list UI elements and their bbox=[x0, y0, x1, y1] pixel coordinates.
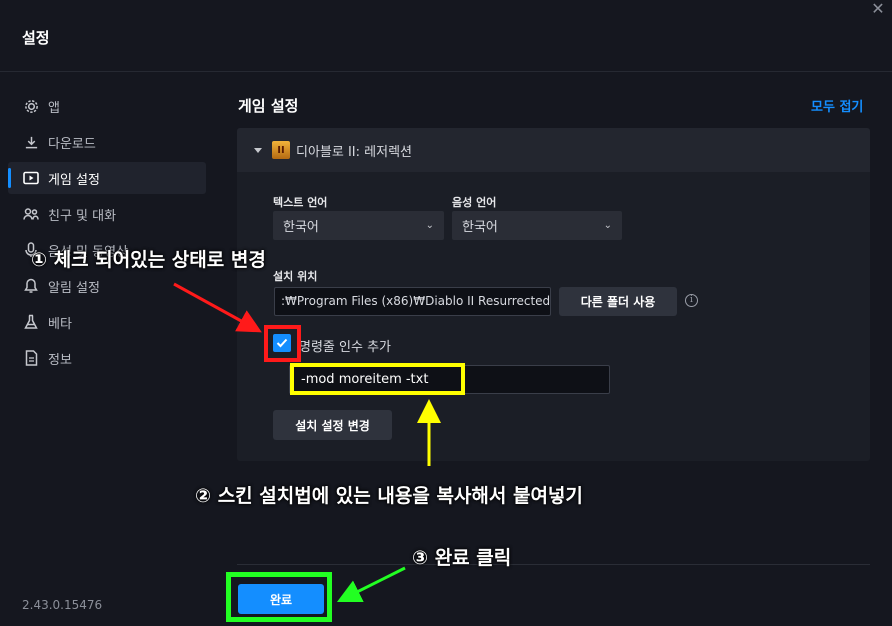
change-install-settings-button[interactable]: 설치 설정 변경 bbox=[273, 410, 392, 440]
checkmark-icon bbox=[276, 338, 288, 348]
sidebar-item-app[interactable]: 앱 bbox=[8, 90, 206, 122]
sidebar-item-friends[interactable]: 친구 및 대화 bbox=[8, 198, 206, 230]
flask-icon bbox=[22, 313, 40, 331]
install-path-field[interactable]: :₩Program Files (x86)₩Diablo II Resurrec… bbox=[274, 287, 551, 316]
page-title: 게임 설정 bbox=[238, 97, 299, 115]
sidebar-item-download[interactable]: 다운로드 bbox=[8, 126, 206, 158]
sidebar-item-label: 정보 bbox=[48, 352, 72, 368]
sidebar-item-label: 게임 설정 bbox=[48, 172, 100, 188]
cmd-args-input[interactable]: -mod moreitem -txt bbox=[289, 365, 610, 394]
info-icon[interactable]: i bbox=[685, 294, 698, 307]
text-language-value: 한국어 bbox=[283, 220, 319, 235]
window-title: 설정 bbox=[22, 29, 50, 47]
install-location-label: 설치 위치 bbox=[273, 270, 318, 283]
diablo-game-icon: II bbox=[272, 141, 290, 159]
use-other-folder-button[interactable]: 다른 폴더 사용 bbox=[559, 287, 677, 316]
sidebar-item-label: 알림 설정 bbox=[48, 280, 100, 296]
version-label: 2.43.0.15476 bbox=[22, 598, 103, 612]
sidebar-item-label: 다운로드 bbox=[48, 136, 96, 152]
caret-down-icon bbox=[254, 147, 262, 153]
window-header: 설정 ✕ bbox=[0, 0, 892, 72]
friends-icon bbox=[22, 205, 40, 223]
done-button[interactable]: 완료 bbox=[238, 584, 324, 614]
cmd-args-checkbox[interactable] bbox=[273, 334, 291, 352]
annotation-step-3: ③ 완료 클릭 bbox=[412, 547, 512, 569]
gear-icon bbox=[22, 97, 40, 115]
game-name: 디아블로 II: 레저렉션 bbox=[296, 144, 412, 160]
sidebar-item-info[interactable]: 정보 bbox=[8, 342, 206, 374]
cmd-args-label: 명령줄 인수 추가 bbox=[299, 340, 391, 355]
footer-divider bbox=[237, 564, 870, 565]
sidebar-item-notifications[interactable]: 알림 설정 bbox=[8, 270, 206, 302]
sidebar-item-game-settings[interactable]: 게임 설정 bbox=[8, 162, 206, 194]
text-language-label: 텍스트 언어 bbox=[273, 196, 328, 209]
voice-language-select[interactable]: 한국어 ⌄ bbox=[452, 211, 622, 240]
chevron-down-icon: ⌄ bbox=[425, 220, 434, 231]
sidebar-item-label: 앱 bbox=[48, 100, 60, 116]
bell-icon bbox=[22, 277, 40, 295]
voice-language-value: 한국어 bbox=[462, 220, 498, 235]
document-icon bbox=[22, 349, 40, 367]
collapse-all-link[interactable]: 모두 접기 bbox=[811, 96, 863, 115]
text-language-select[interactable]: 한국어 ⌄ bbox=[273, 211, 444, 240]
download-icon bbox=[22, 133, 40, 151]
sidebar-item-beta[interactable]: 베타 bbox=[8, 306, 206, 338]
annotation-step-1: ① 체크 되어있는 상태로 변경 bbox=[31, 249, 266, 271]
sidebar: 앱 다운로드 게임 설정 친구 및 대화 음성 및 동영상 알림 설정 베타 정… bbox=[0, 72, 216, 626]
voice-language-label: 음성 언어 bbox=[452, 196, 497, 209]
annotation-step-2: ② 스킨 설치법에 있는 내용을 복사해서 붙여넣기 bbox=[195, 485, 583, 507]
game-settings-icon bbox=[22, 169, 40, 187]
game-card-header[interactable]: II 디아블로 II: 레저렉션 bbox=[237, 128, 870, 172]
sidebar-item-label: 친구 및 대화 bbox=[48, 208, 117, 224]
chevron-down-icon: ⌄ bbox=[603, 220, 612, 231]
close-icon[interactable]: ✕ bbox=[867, 0, 889, 18]
sidebar-item-label: 베타 bbox=[48, 316, 72, 332]
